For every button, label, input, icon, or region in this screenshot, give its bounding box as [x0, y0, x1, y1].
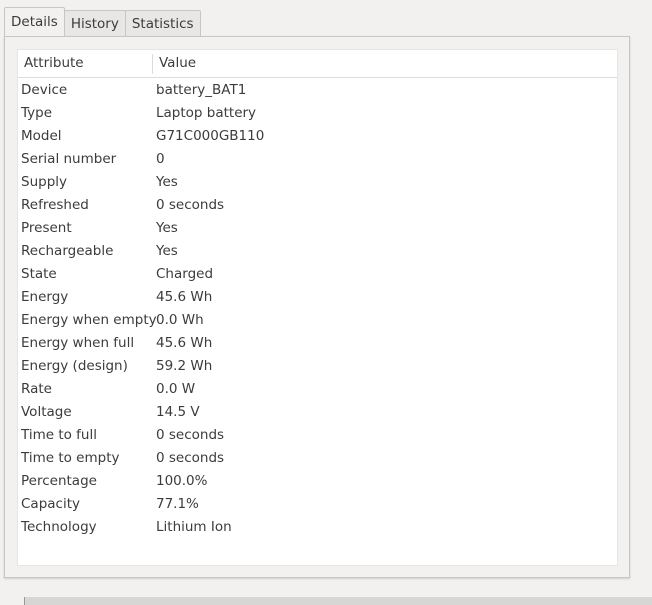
table-row[interactable]: Technology Lithium Ion	[18, 516, 617, 539]
value-cell: 59.2 Wh	[156, 358, 213, 374]
value-cell: 0 seconds	[156, 197, 225, 213]
tab-history[interactable]: History	[63, 10, 126, 36]
attribute-cell: Percentage	[21, 473, 97, 489]
value-cell: Yes	[156, 243, 178, 259]
value-cell: 0 seconds	[156, 427, 225, 443]
table-row[interactable]: Type Laptop battery	[18, 102, 617, 125]
attribute-cell: Type	[21, 105, 53, 121]
attribute-cell: Device	[21, 82, 68, 98]
attribute-cell: Energy when empty	[21, 312, 157, 328]
attribute-cell: Present	[21, 220, 72, 236]
attribute-cell: Serial number	[21, 151, 117, 167]
table-row[interactable]: Percentage 100.0%	[18, 470, 617, 493]
value-cell: Lithium Ion	[156, 519, 232, 535]
attribute-cell: Rechargeable	[21, 243, 114, 259]
attribute-cell: Capacity	[21, 496, 80, 512]
attribute-cell: Voltage	[21, 404, 72, 420]
table-row[interactable]: Rechargeable Yes	[18, 240, 617, 263]
column-header-value[interactable]: Value	[159, 50, 196, 77]
value-cell: 45.6 Wh	[156, 335, 213, 351]
attribute-cell: Time to empty	[21, 450, 120, 466]
tab-details[interactable]: Details	[4, 7, 65, 36]
table-row[interactable]: State Charged	[18, 263, 617, 286]
table-row[interactable]: Model G71C000GB110	[18, 125, 617, 148]
value-cell: 77.1%	[156, 496, 199, 512]
table-header: Attribute Value	[18, 50, 617, 78]
column-separator[interactable]	[152, 54, 153, 74]
attribute-cell: Technology	[21, 519, 97, 535]
details-panel: Attribute Value Device battery_BAT1 Type L…	[4, 36, 630, 578]
table-row[interactable]: Voltage 14.5 V	[18, 401, 617, 424]
value-cell: 0	[156, 151, 165, 167]
attribute-cell: State	[21, 266, 57, 282]
value-cell: 45.6 Wh	[156, 289, 213, 305]
table-row[interactable]: Time to full 0 seconds	[18, 424, 617, 447]
tab-bar: Details History Statistics	[4, 7, 201, 36]
value-cell: Yes	[156, 220, 178, 236]
attribute-cell: Energy	[21, 289, 69, 305]
table-body: Device battery_BAT1 Type Laptop battery Mo…	[18, 79, 617, 539]
table-row[interactable]: Time to empty 0 seconds	[18, 447, 617, 470]
attribute-cell: Supply	[21, 174, 68, 190]
table-row[interactable]: Energy when full 45.6 Wh	[18, 332, 617, 355]
table-row[interactable]: Energy when empty 0.0 Wh	[18, 309, 617, 332]
value-cell: 0 seconds	[156, 450, 225, 466]
table-row[interactable]: Energy 45.6 Wh	[18, 286, 617, 309]
value-cell: 14.5 V	[156, 404, 200, 420]
attribute-cell: Rate	[21, 381, 52, 397]
attributes-table[interactable]: Attribute Value Device battery_BAT1 Type L…	[17, 49, 618, 566]
table-row[interactable]: Device battery_BAT1	[18, 79, 617, 102]
column-header-attribute[interactable]: Attribute	[24, 50, 84, 77]
value-cell: battery_BAT1	[156, 82, 247, 98]
attribute-cell: Refreshed	[21, 197, 89, 213]
value-cell: 100.0%	[156, 473, 208, 489]
table-row[interactable]: Supply Yes	[18, 171, 617, 194]
value-cell: Laptop battery	[156, 105, 257, 121]
value-cell: G71C000GB110	[156, 128, 265, 144]
table-row[interactable]: Capacity 77.1%	[18, 493, 617, 516]
table-row[interactable]: Refreshed 0 seconds	[18, 194, 617, 217]
attribute-cell: Energy when full	[21, 335, 135, 351]
background-window-edge	[24, 597, 652, 605]
tab-statistics[interactable]: Statistics	[124, 10, 201, 36]
value-cell: 0.0 Wh	[156, 312, 204, 328]
value-cell: 0.0 W	[156, 381, 196, 397]
table-row[interactable]: Energy (design) 59.2 Wh	[18, 355, 617, 378]
power-statistics-window: Details History Statistics Attribute Val…	[0, 0, 652, 605]
attribute-cell: Model	[21, 128, 62, 144]
table-row[interactable]: Serial number 0	[18, 148, 617, 171]
value-cell: Yes	[156, 174, 178, 190]
attribute-cell: Time to full	[21, 427, 97, 443]
table-row[interactable]: Rate 0.0 W	[18, 378, 617, 401]
attribute-cell: Energy (design)	[21, 358, 128, 374]
table-row[interactable]: Present Yes	[18, 217, 617, 240]
value-cell: Charged	[156, 266, 214, 282]
